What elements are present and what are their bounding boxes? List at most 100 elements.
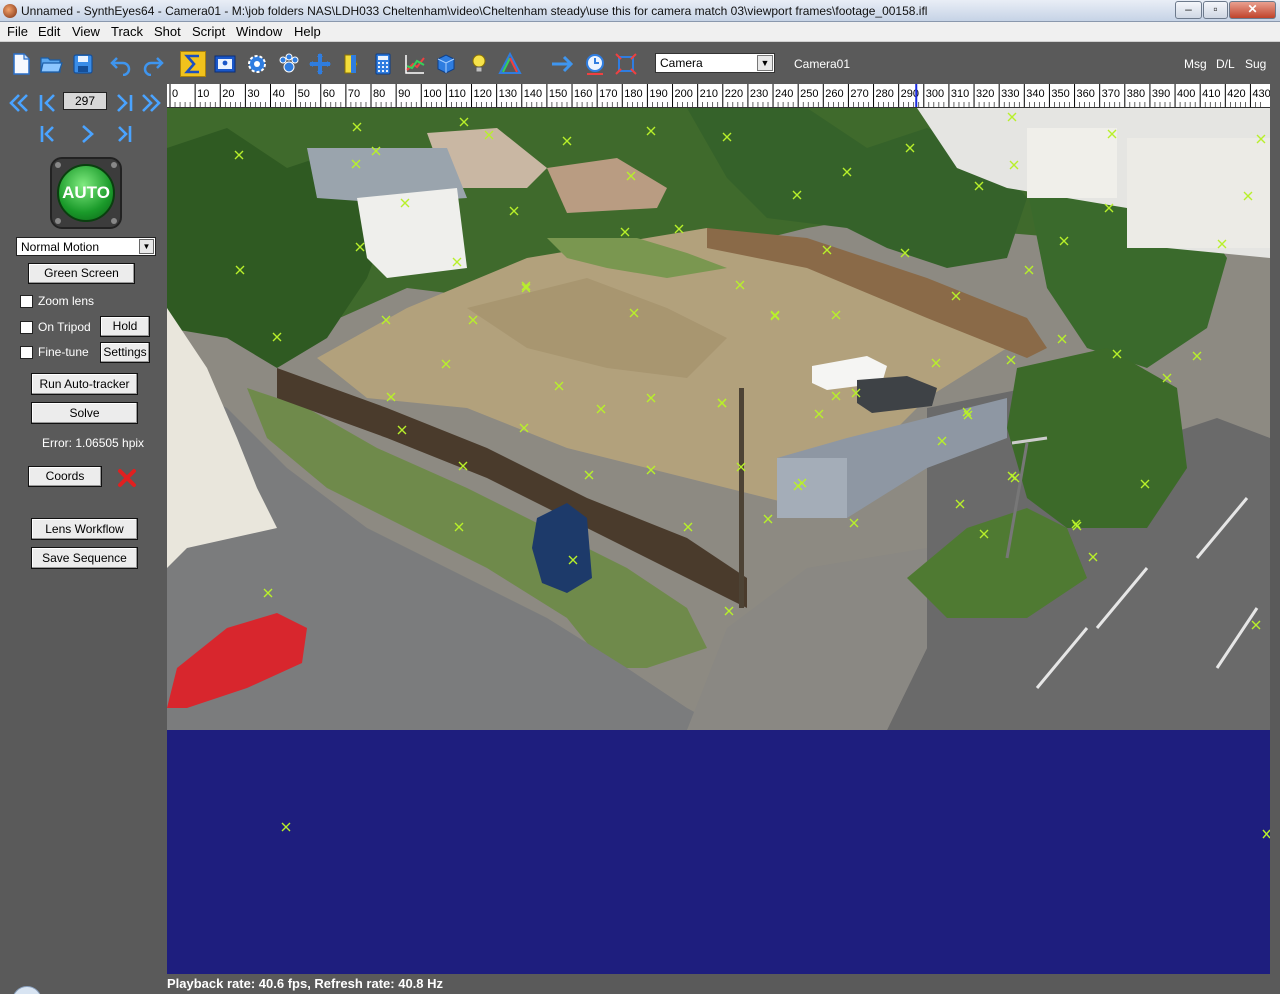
- green-screen-button[interactable]: Green Screen: [28, 263, 135, 284]
- timeline-tick-label: 150: [549, 88, 567, 100]
- calculator-icon[interactable]: [370, 51, 396, 77]
- timeline-tick-label: 80: [373, 88, 385, 100]
- save-sequence-button[interactable]: Save Sequence: [31, 547, 138, 569]
- tracker-marker[interactable]: [281, 822, 291, 832]
- screw-icon: [111, 162, 117, 168]
- paw-icon[interactable]: [276, 51, 302, 77]
- app-icon: [3, 4, 17, 18]
- timeline-tick-label: 70: [348, 88, 360, 100]
- on-tripod-row: On Tripod: [20, 319, 91, 335]
- footage-frame: [167, 108, 1270, 730]
- lightbulb-icon[interactable]: [466, 51, 492, 77]
- timeline-tick-label: 240: [775, 88, 793, 100]
- camera-viewport[interactable]: [167, 108, 1270, 974]
- next-frame-icon[interactable]: [112, 122, 136, 146]
- timeline-tick-label: 110: [448, 88, 466, 100]
- on-tripod-checkbox[interactable]: [20, 320, 33, 334]
- timeline-tick-label: 170: [599, 88, 617, 100]
- settings-button[interactable]: Settings: [100, 342, 150, 363]
- open-folder-icon[interactable]: [38, 51, 64, 77]
- maximize-button[interactable]: ▫: [1203, 1, 1228, 19]
- fast-forward-end-icon[interactable]: [139, 91, 163, 115]
- auto-button[interactable]: AUTO: [50, 157, 122, 229]
- dl-button[interactable]: D/L: [1216, 57, 1235, 71]
- screw-icon: [111, 218, 117, 224]
- lens-icon[interactable]: [338, 51, 364, 77]
- timeline-tick-label: 30: [247, 88, 259, 100]
- image-icon[interactable]: [212, 51, 238, 77]
- step-forward-key-icon[interactable]: [112, 91, 136, 115]
- zoom-lens-checkbox[interactable]: [20, 294, 33, 308]
- timeline-tick-label: 200: [675, 88, 693, 100]
- run-autotracker-button[interactable]: Run Auto-tracker: [31, 373, 138, 395]
- sug-button[interactable]: Sug: [1245, 57, 1266, 71]
- frame-number-field[interactable]: 297: [63, 92, 107, 110]
- timeline-tick-label: 250: [800, 88, 818, 100]
- lens-workflow-button[interactable]: Lens Workflow: [31, 518, 138, 540]
- screw-icon: [55, 162, 61, 168]
- timeline-tick-label: 10: [197, 88, 209, 100]
- delete-icon[interactable]: [116, 467, 138, 489]
- timeline-tick-label: 370: [1102, 88, 1120, 100]
- timeline-tick-label: 0: [172, 88, 178, 100]
- hold-button[interactable]: Hold: [100, 316, 150, 337]
- screw-icon: [55, 218, 61, 224]
- window-title: Unnamed - SynthEyes64 - Camera01 - M:\jo…: [21, 4, 928, 18]
- minimize-button[interactable]: –: [1175, 1, 1202, 19]
- save-icon[interactable]: [70, 51, 96, 77]
- tracker-marker[interactable]: [1262, 829, 1270, 839]
- redo-icon[interactable]: [140, 51, 166, 77]
- menu-window[interactable]: Window: [236, 24, 282, 39]
- prev-frame-icon[interactable]: [36, 122, 60, 146]
- timeline-tick-label: 40: [273, 88, 285, 100]
- timeline-tick-label: 380: [1127, 88, 1145, 100]
- menu-help[interactable]: Help: [294, 24, 321, 39]
- timeline-tick-label: 390: [1152, 88, 1170, 100]
- menu-view[interactable]: View: [72, 24, 100, 39]
- off-frame-trackers: [281, 822, 1270, 839]
- menu-file[interactable]: File: [7, 24, 28, 39]
- timeline-tick-label: 190: [649, 88, 667, 100]
- step-back-key-icon[interactable]: [36, 91, 60, 115]
- graph-icon[interactable]: [402, 51, 428, 77]
- taskbar-orb-icon[interactable]: [12, 986, 42, 994]
- syntheyes-window: Unnamed - SynthEyes64 - Camera01 - M:\jo…: [0, 0, 1280, 994]
- close-button[interactable]: ✕: [1229, 1, 1276, 19]
- sigma-icon[interactable]: [180, 51, 206, 77]
- undo-icon[interactable]: [108, 51, 134, 77]
- timeline-tick-label: 50: [298, 88, 310, 100]
- timeline-tick-label: 20: [222, 88, 234, 100]
- msg-button[interactable]: Msg: [1184, 57, 1207, 71]
- timeline-tick-label: 60: [323, 88, 335, 100]
- frame-icon[interactable]: [613, 51, 639, 77]
- fine-tune-checkbox[interactable]: [20, 345, 33, 359]
- coords-button[interactable]: Coords: [28, 466, 102, 487]
- camera-select[interactable]: Camera ▼: [655, 53, 775, 73]
- chevron-down-icon[interactable]: ▼: [139, 239, 154, 254]
- menu-script[interactable]: Script: [192, 24, 225, 39]
- fine-tune-label: Fine-tune: [38, 345, 89, 359]
- timeline-tick-label: 360: [1077, 88, 1095, 100]
- on-tripod-label: On Tripod: [38, 320, 91, 334]
- timeline-tick-label: 130: [499, 88, 517, 100]
- arrow-right-icon[interactable]: [549, 51, 575, 77]
- timeline-ruler[interactable]: 0 10 20 30 40 50 60 70 80 90 100 110 120 130 140 150 160…: [167, 84, 1270, 108]
- clock-icon[interactable]: [582, 51, 608, 77]
- move-icon[interactable]: [307, 51, 333, 77]
- solve-button[interactable]: Solve: [31, 402, 138, 424]
- zoom-lens-row: Zoom lens: [20, 293, 94, 309]
- triangle-icon[interactable]: [497, 51, 523, 77]
- menu-edit[interactable]: Edit: [38, 24, 60, 39]
- chevron-down-icon[interactable]: ▼: [757, 55, 773, 71]
- gear-icon[interactable]: [244, 51, 270, 77]
- timeline-tick-label: 330: [1001, 88, 1019, 100]
- motion-mode-select[interactable]: Normal Motion ▼: [16, 237, 156, 256]
- timeline-tick-label: 100: [423, 88, 441, 100]
- cube-icon[interactable]: [433, 51, 459, 77]
- rewind-start-icon[interactable]: [7, 91, 31, 115]
- new-file-icon[interactable]: [8, 51, 34, 77]
- menu-track[interactable]: Track: [111, 24, 143, 39]
- menu-shot[interactable]: Shot: [154, 24, 181, 39]
- camera-name: Camera01: [794, 57, 851, 71]
- play-icon[interactable]: [75, 122, 99, 146]
